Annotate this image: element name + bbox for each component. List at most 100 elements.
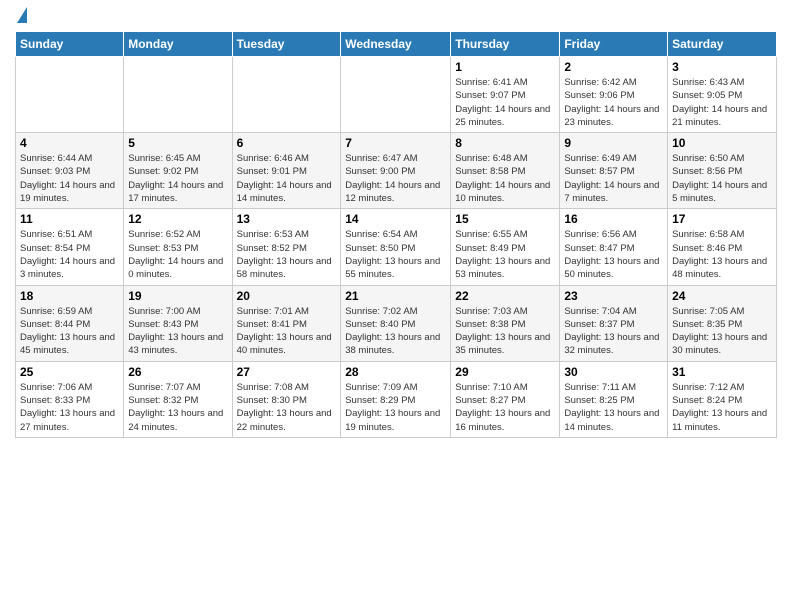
day-number: 15 (455, 212, 555, 226)
day-info: Sunrise: 7:08 AM Sunset: 8:30 PM Dayligh… (237, 381, 337, 434)
day-info: Sunrise: 7:04 AM Sunset: 8:37 PM Dayligh… (564, 305, 663, 358)
calendar-cell: 11 Sunrise: 6:51 AM Sunset: 8:54 PM Dayli… (16, 209, 124, 285)
day-info: Sunrise: 6:43 AM Sunset: 9:05 PM Dayligh… (672, 76, 772, 129)
calendar-cell: 15 Sunrise: 6:55 AM Sunset: 8:49 PM Dayli… (451, 209, 560, 285)
calendar-cell: 8 Sunrise: 6:48 AM Sunset: 8:58 PM Daylig… (451, 133, 560, 209)
day-info: Sunrise: 6:59 AM Sunset: 8:44 PM Dayligh… (20, 305, 119, 358)
calendar-cell (16, 57, 124, 133)
calendar-cell: 5 Sunrise: 6:45 AM Sunset: 9:02 PM Daylig… (124, 133, 232, 209)
day-number: 11 (20, 212, 119, 226)
calendar-cell: 24 Sunrise: 7:05 AM Sunset: 8:35 PM Dayli… (668, 285, 777, 361)
calendar-cell: 20 Sunrise: 7:01 AM Sunset: 8:41 PM Dayli… (232, 285, 341, 361)
calendar-cell: 27 Sunrise: 7:08 AM Sunset: 8:30 PM Dayli… (232, 361, 341, 437)
weekday-header-tuesday: Tuesday (232, 32, 341, 57)
day-info: Sunrise: 6:51 AM Sunset: 8:54 PM Dayligh… (20, 228, 119, 281)
day-number: 7 (345, 136, 446, 150)
calendar-cell (124, 57, 232, 133)
weekday-header-sunday: Sunday (16, 32, 124, 57)
day-info: Sunrise: 6:53 AM Sunset: 8:52 PM Dayligh… (237, 228, 337, 281)
day-number: 12 (128, 212, 227, 226)
day-number: 8 (455, 136, 555, 150)
day-info: Sunrise: 7:12 AM Sunset: 8:24 PM Dayligh… (672, 381, 772, 434)
day-info: Sunrise: 7:10 AM Sunset: 8:27 PM Dayligh… (455, 381, 555, 434)
day-info: Sunrise: 7:07 AM Sunset: 8:32 PM Dayligh… (128, 381, 227, 434)
calendar-cell: 29 Sunrise: 7:10 AM Sunset: 8:27 PM Dayli… (451, 361, 560, 437)
weekday-header-monday: Monday (124, 32, 232, 57)
day-info: Sunrise: 6:42 AM Sunset: 9:06 PM Dayligh… (564, 76, 663, 129)
calendar-cell: 21Sunrise: 7:02 AM Sunset: 8:40 PM Dayli… (341, 285, 451, 361)
day-info: Sunrise: 7:05 AM Sunset: 8:35 PM Dayligh… (672, 305, 772, 358)
logo-triangle-icon (17, 7, 27, 23)
day-number: 23 (564, 289, 663, 303)
day-info: Sunrise: 6:58 AM Sunset: 8:46 PM Dayligh… (672, 228, 772, 281)
calendar-cell: 31 Sunrise: 7:12 AM Sunset: 8:24 PM Dayli… (668, 361, 777, 437)
weekday-header-wednesday: Wednesday (341, 32, 451, 57)
calendar-week-1: 1 Sunrise: 6:41 AM Sunset: 9:07 PM Daylig… (16, 57, 777, 133)
calendar-cell: 28 Sunrise: 7:09 AM Sunset: 8:29 PM Dayli… (341, 361, 451, 437)
day-number: 1 (455, 60, 555, 74)
day-number: 2 (564, 60, 663, 74)
calendar-cell (341, 57, 451, 133)
day-number: 25 (20, 365, 119, 379)
day-number: 20 (237, 289, 337, 303)
day-number: 27 (237, 365, 337, 379)
day-info: Sunrise: 6:55 AM Sunset: 8:49 PM Dayligh… (455, 228, 555, 281)
day-info: Sunrise: 6:44 AM Sunset: 9:03 PM Dayligh… (20, 152, 119, 205)
day-info: Sunrise: 6:52 AM Sunset: 8:53 PM Dayligh… (128, 228, 227, 281)
day-number: 30 (564, 365, 663, 379)
day-number: 22 (455, 289, 555, 303)
calendar-cell: 12 Sunrise: 6:52 AM Sunset: 8:53 PM Dayli… (124, 209, 232, 285)
day-info: Sunrise: 6:47 AM Sunset: 9:00 PM Dayligh… (345, 152, 446, 205)
day-number: 18 (20, 289, 119, 303)
day-number: 9 (564, 136, 663, 150)
day-info: Sunrise: 7:06 AM Sunset: 8:33 PM Dayligh… (20, 381, 119, 434)
day-number: 24 (672, 289, 772, 303)
calendar-cell: 4 Sunrise: 6:44 AM Sunset: 9:03 PM Daylig… (16, 133, 124, 209)
calendar-cell: 2 Sunrise: 6:42 AM Sunset: 9:06 PM Daylig… (560, 57, 668, 133)
calendar-week-2: 4 Sunrise: 6:44 AM Sunset: 9:03 PM Daylig… (16, 133, 777, 209)
day-number: 13 (237, 212, 337, 226)
day-number: 5 (128, 136, 227, 150)
day-number: 19 (128, 289, 227, 303)
calendar-cell: 13 Sunrise: 6:53 AM Sunset: 8:52 PM Dayli… (232, 209, 341, 285)
day-info: Sunrise: 6:56 AM Sunset: 8:47 PM Dayligh… (564, 228, 663, 281)
day-number: 10 (672, 136, 772, 150)
weekday-header-thursday: Thursday (451, 32, 560, 57)
day-info: Sunrise: 6:41 AM Sunset: 9:07 PM Dayligh… (455, 76, 555, 129)
calendar-week-4: 18 Sunrise: 6:59 AM Sunset: 8:44 PM Dayli… (16, 285, 777, 361)
weekday-header-friday: Friday (560, 32, 668, 57)
weekday-header-saturday: Saturday (668, 32, 777, 57)
calendar-cell: 25 Sunrise: 7:06 AM Sunset: 8:33 PM Dayli… (16, 361, 124, 437)
day-info: Sunrise: 6:50 AM Sunset: 8:56 PM Dayligh… (672, 152, 772, 205)
calendar-week-3: 11 Sunrise: 6:51 AM Sunset: 8:54 PM Dayli… (16, 209, 777, 285)
day-info: Sunrise: 7:00 AM Sunset: 8:43 PM Dayligh… (128, 305, 227, 358)
day-info: Sunrise: 7:09 AM Sunset: 8:29 PM Dayligh… (345, 381, 446, 434)
day-number: 4 (20, 136, 119, 150)
day-number: 14 (345, 212, 446, 226)
day-number: 28 (345, 365, 446, 379)
day-info: Sunrise: 6:46 AM Sunset: 9:01 PM Dayligh… (237, 152, 337, 205)
day-info: Sunrise: 6:45 AM Sunset: 9:02 PM Dayligh… (128, 152, 227, 205)
calendar-cell: 30Sunrise: 7:11 AM Sunset: 8:25 PM Dayli… (560, 361, 668, 437)
day-info: Sunrise: 6:48 AM Sunset: 8:58 PM Dayligh… (455, 152, 555, 205)
logo (15, 10, 27, 23)
calendar-cell: 19 Sunrise: 7:00 AM Sunset: 8:43 PM Dayli… (124, 285, 232, 361)
calendar-cell: 7 Sunrise: 6:47 AM Sunset: 9:00 PM Daylig… (341, 133, 451, 209)
day-number: 6 (237, 136, 337, 150)
calendar-cell: 26Sunrise: 7:07 AM Sunset: 8:32 PM Dayli… (124, 361, 232, 437)
day-info: Sunrise: 7:01 AM Sunset: 8:41 PM Dayligh… (237, 305, 337, 358)
day-number: 31 (672, 365, 772, 379)
day-number: 17 (672, 212, 772, 226)
day-info: Sunrise: 6:49 AM Sunset: 8:57 PM Dayligh… (564, 152, 663, 205)
calendar-cell: 10 Sunrise: 6:50 AM Sunset: 8:56 PM Dayli… (668, 133, 777, 209)
calendar-cell: 1 Sunrise: 6:41 AM Sunset: 9:07 PM Daylig… (451, 57, 560, 133)
calendar-week-5: 25 Sunrise: 7:06 AM Sunset: 8:33 PM Dayli… (16, 361, 777, 437)
page-header (15, 10, 777, 23)
day-number: 29 (455, 365, 555, 379)
calendar-cell: 14Sunrise: 6:54 AM Sunset: 8:50 PM Dayli… (341, 209, 451, 285)
calendar-cell: 9 Sunrise: 6:49 AM Sunset: 8:57 PM Daylig… (560, 133, 668, 209)
day-info: Sunrise: 7:03 AM Sunset: 8:38 PM Dayligh… (455, 305, 555, 358)
day-number: 16 (564, 212, 663, 226)
day-number: 3 (672, 60, 772, 74)
calendar-cell: 3 Sunrise: 6:43 AM Sunset: 9:05 PM Daylig… (668, 57, 777, 133)
